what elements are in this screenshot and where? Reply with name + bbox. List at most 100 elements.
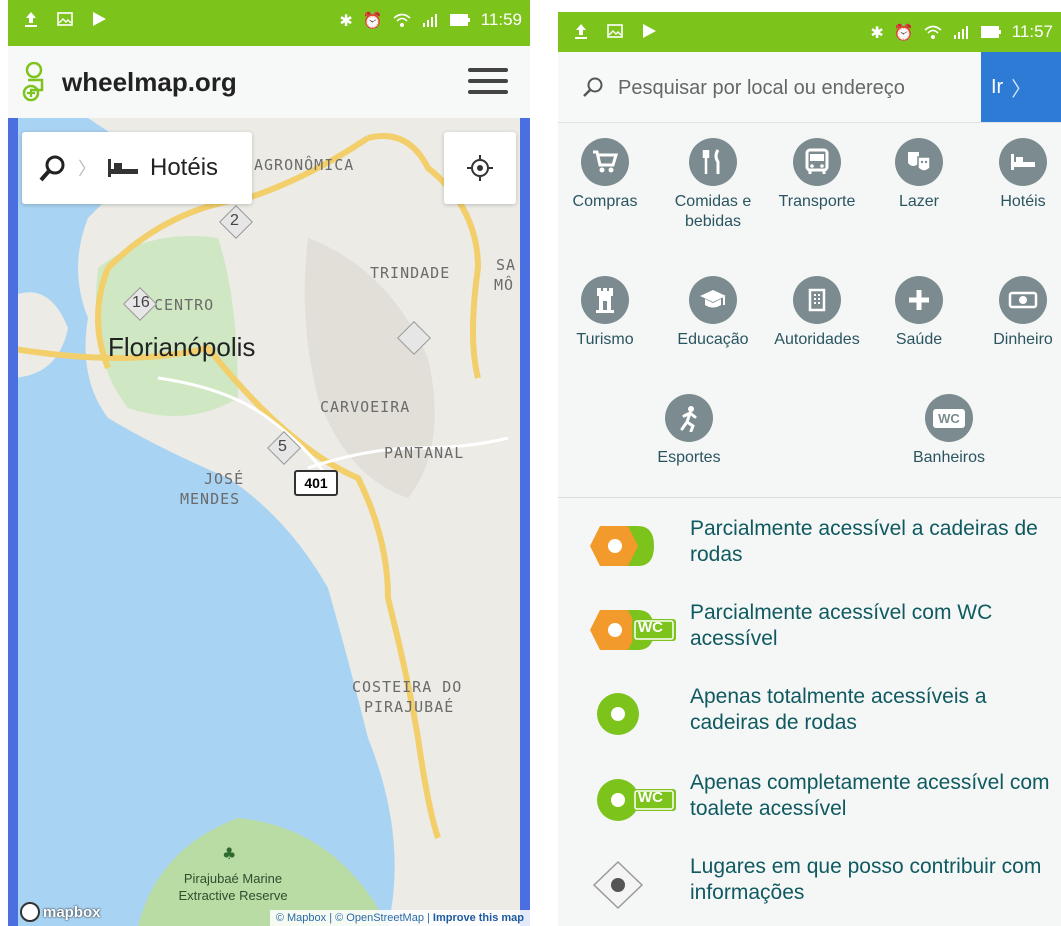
menu-line — [468, 90, 508, 94]
signal-icon — [422, 14, 437, 27]
locate-me-button[interactable] — [444, 132, 516, 204]
money-icon — [999, 276, 1047, 324]
district-label: PIRAJUBAÉ — [364, 698, 455, 716]
unknown-access-marker-icon — [592, 860, 644, 910]
legend-label: Apenas totalmente acessíveis a cadeiras … — [690, 685, 987, 734]
full-access-marker-icon — [597, 693, 639, 735]
district-label: PANTANAL — [384, 444, 465, 462]
wc-badge: WC — [638, 789, 663, 806]
category-label: Banheiros — [912, 449, 986, 466]
reserve-label: Pirajubaé Marine Extractive Reserve — [158, 870, 308, 904]
improve-map-link[interactable]: Improve this map — [433, 912, 524, 924]
brand-name: wheelmap.org — [62, 66, 237, 97]
alarm-icon: ⏰ — [362, 10, 383, 30]
category-label: Lazer — [898, 193, 940, 210]
category-comidas-e-bebidas[interactable]: Comidas e bebidas — [658, 138, 768, 232]
signal-icon — [953, 26, 968, 39]
cluster-count: 2 — [230, 212, 239, 229]
search-icon — [39, 155, 65, 182]
map-view[interactable]: AGRONÔMICA TRINDADE SA MÔ CENTRO CARVOEI… — [8, 118, 530, 926]
plus-icon — [895, 276, 943, 324]
running-icon — [665, 394, 713, 442]
route-shield: 401 — [294, 470, 338, 496]
district-label: SA — [496, 256, 517, 274]
bluetooth-icon: ✱ — [339, 10, 353, 30]
category-banheiros[interactable]: WC Banheiros — [894, 394, 1004, 468]
go-button[interactable]: Ir 〉 — [981, 52, 1061, 122]
wc-badge: WC — [638, 619, 663, 636]
left-screen: ✱ ⏰ 11:59 wheelmap.org AGRONÔMICA TRINDA… — [8, 0, 530, 926]
category-label: Autoridades — [774, 331, 860, 348]
wc-icon: WC — [925, 394, 973, 442]
play-store-icon — [643, 24, 656, 38]
map-border-left — [8, 118, 18, 926]
status-bar: ✱ ⏰ 11:57 — [558, 12, 1061, 52]
category-educacao[interactable]: Educação — [658, 276, 768, 350]
battery-icon — [980, 26, 1001, 38]
mapbox-icon — [20, 902, 40, 922]
status-time: 11:59 — [480, 10, 522, 29]
category-label: Compras — [572, 193, 638, 210]
district-label: COSTEIRA DO — [352, 678, 463, 696]
category-dinheiro[interactable]: Dinheiro — [968, 276, 1061, 350]
category-search-pill[interactable]: 〉 Hotéis — [22, 132, 252, 204]
chevron-right-icon: 〉 — [1011, 78, 1032, 101]
category-label: Turismo — [576, 331, 634, 348]
category-autoridades[interactable]: Autoridades — [762, 276, 872, 350]
chevron-right-icon: 〉 — [78, 159, 96, 180]
map-canvas — [8, 118, 530, 926]
bed-icon — [999, 138, 1047, 186]
legend-item-unknown: Lugares em que posso contribuir com info… — [588, 854, 1061, 924]
upload-icon — [575, 24, 587, 39]
selected-category-label: Hotéis — [150, 154, 219, 181]
shopping-cart-icon — [581, 138, 629, 186]
mapbox-logo[interactable]: mapbox — [20, 902, 101, 922]
legend-item-partial: Parcialmente acessível a cadeiras de rod… — [588, 516, 1061, 586]
bluetooth-icon: ✱ — [870, 22, 884, 42]
mapbox-text: mapbox — [43, 903, 101, 921]
image-icon — [57, 12, 73, 26]
district-label: CARVOEIRA — [320, 398, 411, 416]
category-transporte[interactable]: Transporte — [762, 138, 872, 212]
category-label: Dinheiro — [993, 331, 1053, 348]
wifi-icon — [393, 13, 411, 27]
category-compras[interactable]: Compras — [558, 138, 660, 212]
wifi-icon — [924, 25, 942, 39]
app-header: wheelmap.org — [8, 46, 530, 119]
section-divider — [558, 497, 1061, 498]
crosshair-icon — [467, 155, 493, 181]
legend-label: Apenas completamente acessível com toale… — [690, 771, 1050, 820]
status-bar: ✱ ⏰ 11:59 — [8, 0, 530, 46]
status-time: 11:57 — [1011, 22, 1053, 41]
category-label: Esportes — [657, 449, 721, 466]
menu-line — [468, 79, 508, 83]
legend-label: Parcialmente acessível com WC acessível — [690, 601, 993, 650]
category-lazer[interactable]: Lazer — [864, 138, 974, 212]
category-label: Comidas e bebidas — [674, 193, 752, 230]
district-label: JOSÉ — [204, 470, 245, 488]
play-store-icon — [93, 12, 106, 26]
upload-icon — [25, 12, 37, 27]
bed-icon — [108, 159, 138, 177]
district-label: MÔ — [494, 276, 515, 294]
search-icon — [583, 77, 603, 97]
category-hoteis[interactable]: Hotéis — [968, 138, 1061, 212]
brand[interactable]: wheelmap.org — [20, 62, 237, 102]
legend-item-partial-wc: WC Parcialmente acessível com WC acessív… — [588, 600, 1061, 670]
search-input[interactable] — [616, 70, 980, 106]
theater-masks-icon — [895, 138, 943, 186]
reserve-line-1: Pirajubaé Marine — [183, 871, 283, 886]
tree-icon: ♣ — [222, 844, 237, 863]
category-turismo[interactable]: Turismo — [558, 276, 660, 350]
cluster-count: 16 — [132, 294, 150, 311]
reserve-line-2: Extractive Reserve — [178, 888, 288, 903]
right-screen: ✱ ⏰ 11:57 Ir 〉 Compras Comidas e bebidas… — [558, 12, 1061, 926]
hamburger-menu-button[interactable] — [468, 68, 508, 98]
category-label: Hotéis — [1000, 193, 1046, 210]
tower-icon — [581, 276, 629, 324]
category-esportes[interactable]: Esportes — [634, 394, 744, 468]
category-saude[interactable]: Saúde — [864, 276, 974, 350]
district-label: CENTRO — [154, 296, 215, 314]
district-label: AGRONÔMICA — [254, 156, 355, 174]
wheelmap-logo-icon — [22, 62, 44, 102]
